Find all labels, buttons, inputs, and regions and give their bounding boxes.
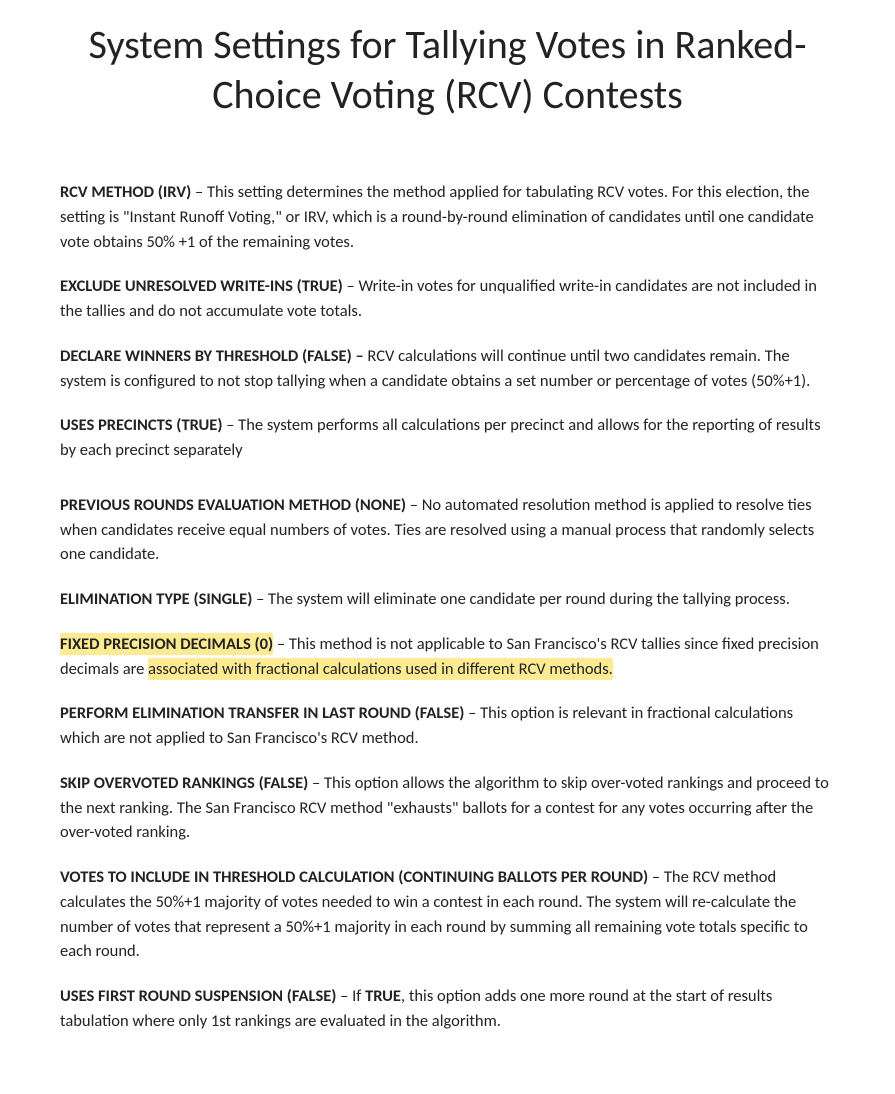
spacer — [60, 483, 835, 493]
setting-label: DECLARE WINNERS BY THRESHOLD (FALSE) – — [60, 346, 364, 366]
settings-list: RCV METHOD (IRV) – This setting determin… — [60, 180, 835, 1034]
document-page: System Settings for Tallying Votes in Ra… — [0, 0, 895, 1094]
highlight: associated with fractional calculations … — [148, 658, 613, 680]
setting-entry: VOTES TO INCLUDE IN THRESHOLD CALCULATIO… — [60, 865, 835, 964]
setting-entry: USES PRECINCTS (TRUE) – The system perfo… — [60, 413, 835, 463]
setting-entry: ELIMINATION TYPE (SINGLE) – The system w… — [60, 587, 835, 612]
setting-label: ELIMINATION TYPE (SINGLE) — [60, 589, 252, 609]
setting-label: EXCLUDE UNRESOLVED WRITE-INS (TRUE) — [60, 276, 343, 296]
highlight: FIXED PRECISION DECIMALS (0) — [60, 633, 273, 655]
inline-bold: TRUE — [365, 986, 401, 1006]
setting-entry: USES FIRST ROUND SUSPENSION (FALSE) – If… — [60, 984, 835, 1034]
setting-entry: RCV METHOD (IRV) – This setting determin… — [60, 180, 835, 254]
setting-description: The system will eliminate one candidate … — [268, 589, 790, 609]
setting-label: RCV METHOD (IRV) — [60, 182, 191, 202]
setting-label: FIXED PRECISION DECIMALS (0) — [60, 634, 273, 654]
setting-label: USES PRECINCTS (TRUE) — [60, 415, 222, 435]
setting-entry: DECLARE WINNERS BY THRESHOLD (FALSE) – R… — [60, 344, 835, 394]
setting-entry: SKIP OVERVOTED RANKINGS (FALSE) – This o… — [60, 771, 835, 845]
page-title: System Settings for Tallying Votes in Ra… — [60, 20, 835, 120]
setting-label: VOTES TO INCLUDE IN THRESHOLD CALCULATIO… — [60, 867, 648, 887]
setting-label: PREVIOUS ROUNDS EVALUATION METHOD (NONE) — [60, 495, 406, 515]
setting-entry: PERFORM ELIMINATION TRANSFER IN LAST ROU… — [60, 701, 835, 751]
setting-label: SKIP OVERVOTED RANKINGS (FALSE) — [60, 773, 308, 793]
setting-label: PERFORM ELIMINATION TRANSFER IN LAST ROU… — [60, 703, 464, 723]
setting-entry: PREVIOUS ROUNDS EVALUATION METHOD (NONE)… — [60, 493, 835, 567]
setting-entry: EXCLUDE UNRESOLVED WRITE-INS (TRUE) – Wr… — [60, 274, 835, 324]
setting-label: USES FIRST ROUND SUSPENSION (FALSE) — [60, 986, 336, 1006]
setting-entry: FIXED PRECISION DECIMALS (0) – This meth… — [60, 632, 835, 682]
